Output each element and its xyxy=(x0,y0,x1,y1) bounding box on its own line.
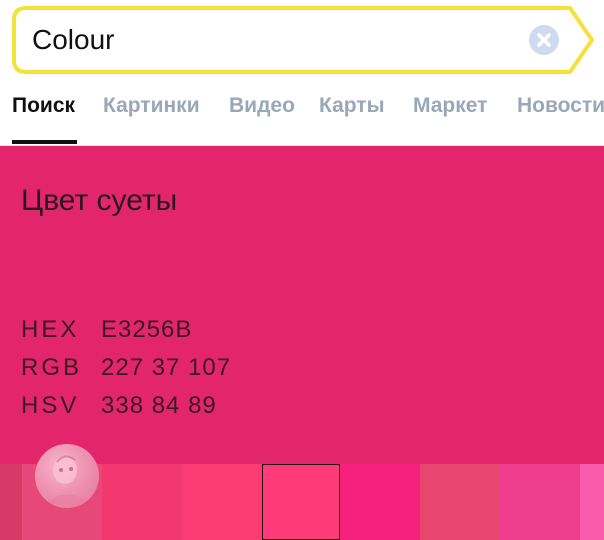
swatch-1[interactable] xyxy=(0,464,22,540)
active-tab-indicator xyxy=(12,140,77,144)
tab-search[interactable]: Поиск xyxy=(12,94,75,118)
rgb-label: RGB xyxy=(21,354,83,381)
hex-value: E3256B xyxy=(101,316,193,343)
tab-news[interactable]: Новости xyxy=(517,94,604,118)
swatch-4[interactable] xyxy=(182,464,262,540)
tab-maps[interactable]: Карты xyxy=(319,94,385,118)
hex-label: HEX xyxy=(21,316,80,343)
swatch-3[interactable] xyxy=(102,464,182,540)
search-bar[interactable] xyxy=(12,6,594,74)
color-card: Цвет суеты HEX E3256B RGB 227 37 107 HSV 33… xyxy=(0,146,604,540)
avatar-image xyxy=(45,455,93,506)
close-icon xyxy=(537,33,551,47)
tab-images[interactable]: Картинки xyxy=(103,94,200,118)
hex-row: HEX E3256B xyxy=(21,316,192,344)
color-name: Цвет суеты xyxy=(21,184,178,217)
avatar[interactable] xyxy=(35,444,99,508)
rgb-value: 227 37 107 xyxy=(101,354,232,381)
rgb-row: RGB 227 37 107 xyxy=(21,354,231,382)
hsv-value: 338 84 89 xyxy=(101,392,217,419)
swatch-9[interactable] xyxy=(580,464,604,540)
hsv-row: HSV 338 84 89 xyxy=(21,392,217,420)
clear-search-button[interactable] xyxy=(529,25,559,55)
tab-market[interactable]: Маркет xyxy=(413,94,487,118)
swatch-6[interactable] xyxy=(340,464,420,540)
tab-video[interactable]: Видео xyxy=(229,94,295,118)
search-input[interactable] xyxy=(32,20,512,60)
search-tabs: Поиск Картинки Видео Карты Маркет Новост… xyxy=(0,86,604,146)
hsv-label: HSV xyxy=(21,392,80,419)
swatch-8[interactable] xyxy=(500,464,580,540)
swatch-7[interactable] xyxy=(420,464,500,540)
swatch-5[interactable] xyxy=(262,464,340,540)
